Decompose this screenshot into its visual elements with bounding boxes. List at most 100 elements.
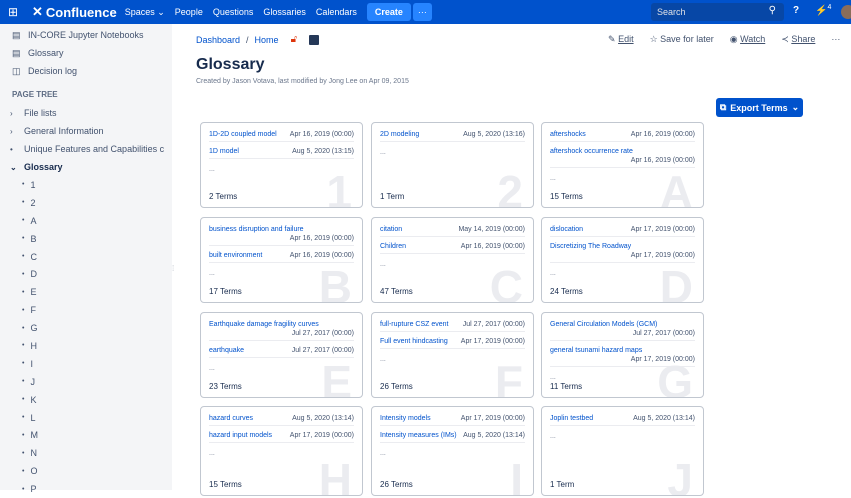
more-terms-ellipsis[interactable]: ...	[209, 450, 215, 457]
tree-child-item[interactable]: • N	[0, 444, 172, 462]
bullet-icon: •	[22, 449, 25, 457]
nav-glossaries[interactable]: Glossaries	[263, 7, 306, 17]
glossary-card-h[interactable]: hazard curves Aug 5, 2020 (13:14) hazard i…	[200, 406, 363, 496]
term-link[interactable]: dislocation	[550, 226, 583, 233]
term-link[interactable]: Earthquake damage fragility curves	[209, 321, 319, 328]
search-input[interactable]: Search ⚲	[651, 3, 784, 21]
term-link[interactable]: hazard input models	[209, 432, 272, 439]
chevron-down-icon[interactable]: ⌄	[10, 163, 18, 172]
nav-calendars[interactable]: Calendars	[316, 7, 357, 17]
sidebar-link-glossary[interactable]: ▤ Glossary	[0, 44, 172, 62]
confluence-logo[interactable]: ✕ Confluence	[32, 4, 117, 20]
term-link[interactable]: full-rupture CSZ event	[380, 321, 448, 328]
term-link[interactable]: business disruption and failure	[209, 226, 304, 233]
term-link[interactable]: earthquake	[209, 347, 244, 354]
tree-child-item[interactable]: • B	[0, 230, 172, 248]
tree-child-item[interactable]: • L	[0, 409, 172, 427]
glossary-card-f[interactable]: full-rupture CSZ event Jul 27, 2017 (00:0…	[371, 312, 534, 398]
avatar[interactable]	[841, 5, 851, 19]
tree-child-item[interactable]: • D	[0, 265, 172, 283]
page-info-icon[interactable]	[309, 34, 320, 45]
more-terms-ellipsis[interactable]: ...	[550, 374, 556, 381]
nav-people[interactable]: People	[175, 7, 203, 17]
glossary-card-a[interactable]: aftershocks Apr 16, 2019 (00:00) aftershoc…	[541, 122, 704, 208]
restrictions-icon[interactable]: 🔓︎	[291, 34, 297, 45]
nav-questions[interactable]: Questions	[213, 7, 254, 17]
glossary-card-2[interactable]: 2D modeling Aug 5, 2020 (13:16)... 2 1 Term	[371, 122, 534, 208]
tree-item-unique-features[interactable]: • Unique Features and Capabilities c	[0, 140, 172, 158]
chevron-right-icon[interactable]: ›	[10, 127, 18, 136]
glossary-card-i[interactable]: Intensity models Apr 17, 2019 (00:00) Inte…	[371, 406, 534, 496]
save-for-later-button[interactable]: ☆ Save for later	[650, 34, 714, 45]
tree-child-item[interactable]: • H	[0, 337, 172, 355]
edit-button[interactable]: ✎ Edit	[608, 34, 634, 45]
tree-child-item[interactable]: • 1	[0, 176, 172, 194]
share-button[interactable]: ≺ Share	[781, 34, 815, 45]
more-terms-ellipsis[interactable]: ...	[550, 270, 556, 277]
glossary-card-c[interactable]: citation May 14, 2019 (00:00) Children Apr …	[371, 217, 534, 303]
more-actions-button[interactable]: ···	[831, 34, 840, 45]
more-terms-ellipsis[interactable]: ...	[209, 365, 215, 372]
term-link[interactable]: 1D model	[209, 148, 239, 155]
breadcrumb-dashboard[interactable]: Dashboard	[196, 35, 240, 45]
tree-item-glossary[interactable]: ⌄ Glossary	[0, 158, 172, 176]
tree-item-file-lists[interactable]: › File lists	[0, 104, 172, 122]
nav-spaces[interactable]: Spaces ⌄	[125, 7, 165, 18]
term-link[interactable]: Intensity models	[380, 415, 431, 422]
term-link[interactable]: 2D modeling	[380, 131, 419, 138]
term-link[interactable]: built environment	[209, 252, 262, 259]
sidebar-link-decision-log[interactable]: ◫ Decision log	[0, 62, 172, 80]
create-button[interactable]: Create	[366, 3, 411, 21]
tree-item-general-information[interactable]: › General Information	[0, 122, 172, 140]
tree-child-item[interactable]: • E	[0, 283, 172, 301]
tree-child-item[interactable]: • G	[0, 319, 172, 337]
more-terms-ellipsis[interactable]: ...	[550, 175, 556, 182]
tree-child-item[interactable]: • J	[0, 373, 172, 391]
tree-child-item[interactable]: • K	[0, 391, 172, 409]
term-link[interactable]: General Circulation Models (GCM)	[550, 321, 657, 328]
create-more-button[interactable]: ···	[412, 3, 432, 21]
sidebar-resize-handle[interactable]: ⁞	[172, 264, 174, 273]
export-terms-button[interactable]: ⧉ Export Terms ⌄	[716, 98, 803, 117]
glossary-card-j[interactable]: Joplin testbed Aug 5, 2020 (13:14)... J 1 T…	[541, 406, 704, 496]
term-link[interactable]: general tsunami hazard maps	[550, 347, 642, 354]
breadcrumb-home[interactable]: Home	[255, 35, 279, 45]
tree-child-item[interactable]: • P	[0, 480, 172, 498]
help-icon[interactable]: ?	[793, 5, 799, 16]
glossary-card-d[interactable]: dislocation Apr 17, 2019 (00:00) Discretiz…	[541, 217, 704, 303]
tree-child-item[interactable]: • I	[0, 355, 172, 373]
term-link[interactable]: Full event hindcasting	[380, 338, 448, 345]
term-row: business disruption and failure Apr 16, 2…	[209, 226, 354, 246]
tree-child-item[interactable]: • C	[0, 248, 172, 266]
term-link[interactable]: hazard curves	[209, 415, 253, 422]
glossary-card-e[interactable]: Earthquake damage fragility curves Jul 27…	[200, 312, 363, 398]
more-terms-ellipsis[interactable]: ...	[380, 149, 386, 156]
term-link[interactable]: Children	[380, 243, 406, 250]
glossary-card-g[interactable]: General Circulation Models (GCM) Jul 27, …	[541, 312, 704, 398]
sidebar-link-jupyter[interactable]: ▤ IN-CORE Jupyter Notebooks	[0, 26, 172, 44]
watch-button[interactable]: ◉ Watch	[730, 34, 766, 45]
glossary-card-b[interactable]: business disruption and failure Apr 16, 2…	[200, 217, 363, 303]
more-terms-ellipsis[interactable]: ...	[209, 166, 215, 173]
term-link[interactable]: aftershock occurrence rate	[550, 148, 633, 155]
notifications-icon[interactable]: ⚡4	[815, 4, 831, 16]
tree-child-item[interactable]: • 2	[0, 194, 172, 212]
apps-grid-icon[interactable]: ⊞	[8, 5, 24, 19]
more-terms-ellipsis[interactable]: ...	[380, 356, 386, 363]
more-terms-ellipsis[interactable]: ...	[380, 450, 386, 457]
tree-child-item[interactable]: • A	[0, 212, 172, 230]
more-terms-ellipsis[interactable]: ...	[550, 433, 556, 440]
glossary-card-1[interactable]: 1D-2D coupled model Apr 16, 2019 (00:00) 1…	[200, 122, 363, 208]
more-terms-ellipsis[interactable]: ...	[209, 270, 215, 277]
tree-child-item[interactable]: • F	[0, 301, 172, 319]
chevron-right-icon[interactable]: ›	[10, 109, 18, 118]
term-link[interactable]: 1D-2D coupled model	[209, 131, 277, 138]
term-link[interactable]: Joplin testbed	[550, 415, 593, 422]
term-link[interactable]: Intensity measures (IMs)	[380, 432, 457, 439]
term-link[interactable]: aftershocks	[550, 131, 586, 138]
term-link[interactable]: citation	[380, 226, 402, 233]
tree-child-item[interactable]: • M	[0, 426, 172, 444]
tree-child-item[interactable]: • O	[0, 462, 172, 480]
more-terms-ellipsis[interactable]: ...	[380, 261, 386, 268]
term-link[interactable]: Discretizing The Roadway	[550, 243, 631, 250]
